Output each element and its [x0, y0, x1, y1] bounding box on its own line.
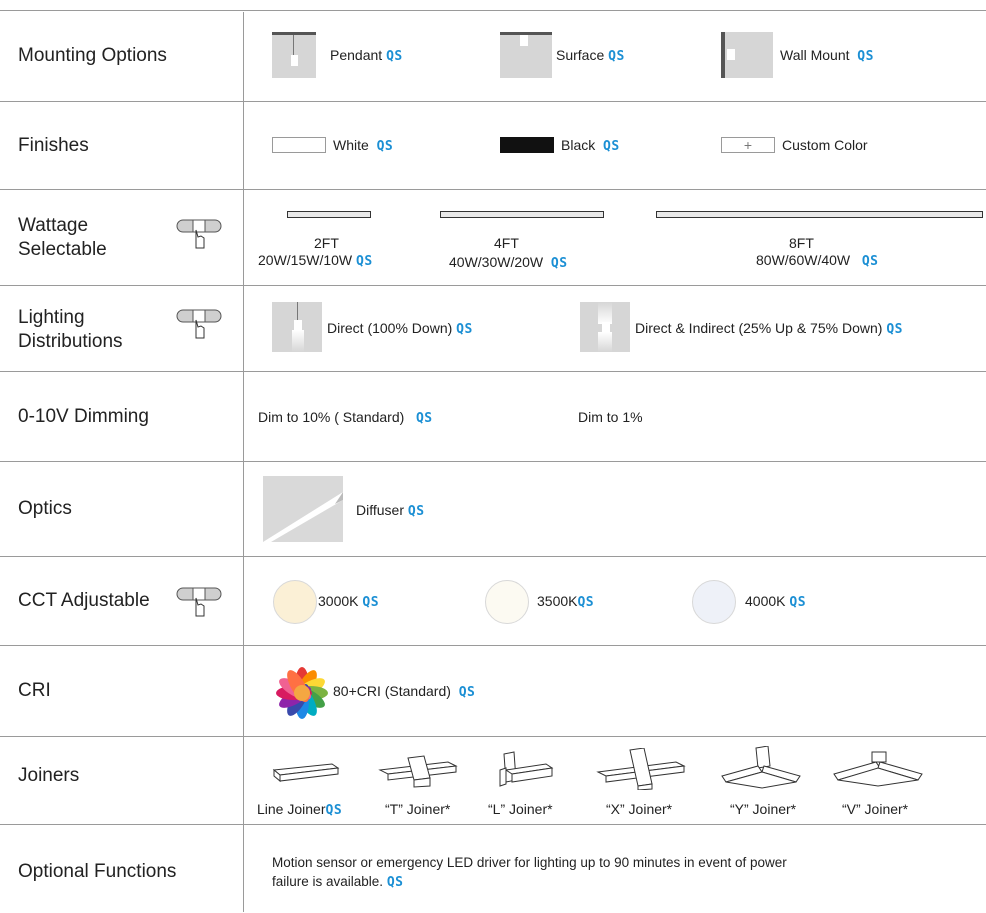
finish-custom: Custom Color [782, 137, 868, 153]
qs-badge: QS [458, 685, 476, 700]
line-joiner-icon [272, 763, 340, 783]
row-label-optics: Optics [18, 498, 72, 519]
column-divider [243, 12, 244, 912]
wattage-4ft-watts: 40W/30W/20W QS [449, 254, 568, 271]
selectable-switch-icon [176, 587, 222, 617]
white-swatch [272, 137, 326, 153]
row-label-cct: CCT Adjustable [18, 590, 150, 611]
row-divider [0, 189, 986, 190]
row-label-cri: CRI [18, 680, 51, 701]
qs-badge: QS [456, 322, 473, 337]
selectable-switch-icon [176, 219, 222, 249]
selectable-switch-icon [176, 309, 222, 339]
qs-badge: QS [603, 139, 620, 154]
optional-functions-text-1: Motion sensor or emergency LED driver fo… [272, 855, 787, 870]
row-label-mounting: Mounting Options [18, 45, 167, 66]
wattage-2ft-length: 2FT [314, 235, 339, 251]
cri-80: 80+CRI (Standard) QS [333, 683, 476, 700]
custom-color-swatch: + [721, 137, 775, 153]
x-joiner-icon [596, 748, 686, 790]
dimming-1: Dim to 1% [578, 409, 643, 425]
surface-thumbnail [500, 32, 552, 78]
row-divider [0, 10, 986, 11]
mounting-option-pendant: Pendant QS [330, 47, 403, 64]
dimming-10: Dim to 10% ( Standard) QS [258, 409, 433, 426]
qs-badge: QS [362, 595, 380, 610]
row-divider [0, 461, 986, 462]
cct-3500k-swatch [485, 580, 529, 624]
v-joiner-icon [833, 751, 923, 787]
row-label-dimming: 0-10V Dimming [18, 406, 149, 427]
qs-badge: QS [386, 875, 404, 890]
row-divider [0, 101, 986, 102]
wattage-4ft-length: 4FT [494, 235, 519, 251]
distribution-direct: Direct (100% Down) QS [327, 320, 473, 337]
direct-indirect-thumbnail [580, 302, 630, 352]
bar-4ft-icon [440, 211, 604, 218]
pendant-thumbnail [272, 32, 316, 78]
qs-badge: QS [325, 803, 343, 818]
cct-4000k-swatch [692, 580, 736, 624]
qs-badge: QS [415, 411, 433, 426]
qs-badge: QS [886, 322, 903, 337]
spec-table: Mounting Options Pendant QS Surface QS W… [0, 0, 986, 913]
joiner-line: Line JoinerQS [257, 801, 343, 818]
row-label-optional: Optional Functions [18, 861, 177, 882]
optics-diffuser: Diffuser QS [356, 502, 425, 519]
color-wheel-icon [276, 667, 328, 719]
cct-3000k: 3000K QS [318, 593, 380, 610]
joiner-x: “X” Joiner* [606, 801, 673, 817]
qs-badge: QS [789, 595, 807, 610]
qs-badge: QS [857, 49, 874, 64]
row-label-distribution-2: Distributions [18, 331, 123, 352]
row-divider [0, 736, 986, 737]
qs-badge: QS [356, 254, 373, 269]
finish-white: White QS [333, 137, 394, 154]
qs-badge: QS [376, 139, 394, 154]
wattage-8ft-watts: 80W/60W/40W QS [756, 252, 879, 269]
row-divider [0, 645, 986, 646]
y-joiner-icon [721, 746, 801, 789]
distribution-direct-indirect: Direct & Indirect (25% Up & 75% Down) QS [635, 320, 903, 337]
cct-4000k: 4000K QS [745, 593, 807, 610]
qs-badge: QS [577, 595, 595, 610]
wattage-2ft-watts: 20W/15W/10W QS [258, 252, 373, 269]
l-joiner-icon [499, 751, 554, 787]
qs-badge: QS [550, 256, 568, 271]
finish-black: Black QS [561, 137, 620, 154]
bar-8ft-icon [656, 211, 983, 218]
row-divider [0, 824, 986, 825]
row-label-joiners: Joiners [18, 765, 80, 786]
qs-badge: QS [608, 49, 625, 64]
row-label-wattage-2: Selectable [18, 239, 107, 260]
mounting-option-wall: Wall Mount QS [780, 47, 874, 64]
joiner-t: “T” Joiner* [385, 801, 451, 817]
wall-mount-thumbnail [721, 32, 773, 78]
row-label-finishes: Finishes [18, 135, 89, 156]
black-swatch [500, 137, 554, 153]
cct-3500k: 3500KQS [537, 593, 595, 610]
row-divider [0, 285, 986, 286]
joiner-v: “V” Joiner* [842, 801, 909, 817]
row-divider [0, 556, 986, 557]
joiner-l: “L” Joiner* [488, 801, 553, 817]
qs-badge: QS [407, 504, 425, 519]
optional-functions-text-2: failure is available. QS [272, 874, 404, 890]
direct-down-thumbnail [272, 302, 322, 352]
row-label-wattage-1: Wattage [18, 215, 89, 236]
mounting-option-surface: Surface QS [556, 47, 625, 64]
qs-badge: QS [861, 254, 879, 269]
t-joiner-icon [378, 755, 458, 788]
joiner-y: “Y” Joiner* [730, 801, 797, 817]
diffuser-thumbnail [263, 476, 343, 542]
row-divider [0, 371, 986, 372]
wattage-8ft-length: 8FT [789, 235, 814, 251]
row-label-distribution-1: Lighting [18, 307, 85, 328]
bar-2ft-icon [287, 211, 371, 218]
cct-3000k-swatch [273, 580, 317, 624]
qs-badge: QS [386, 49, 403, 64]
